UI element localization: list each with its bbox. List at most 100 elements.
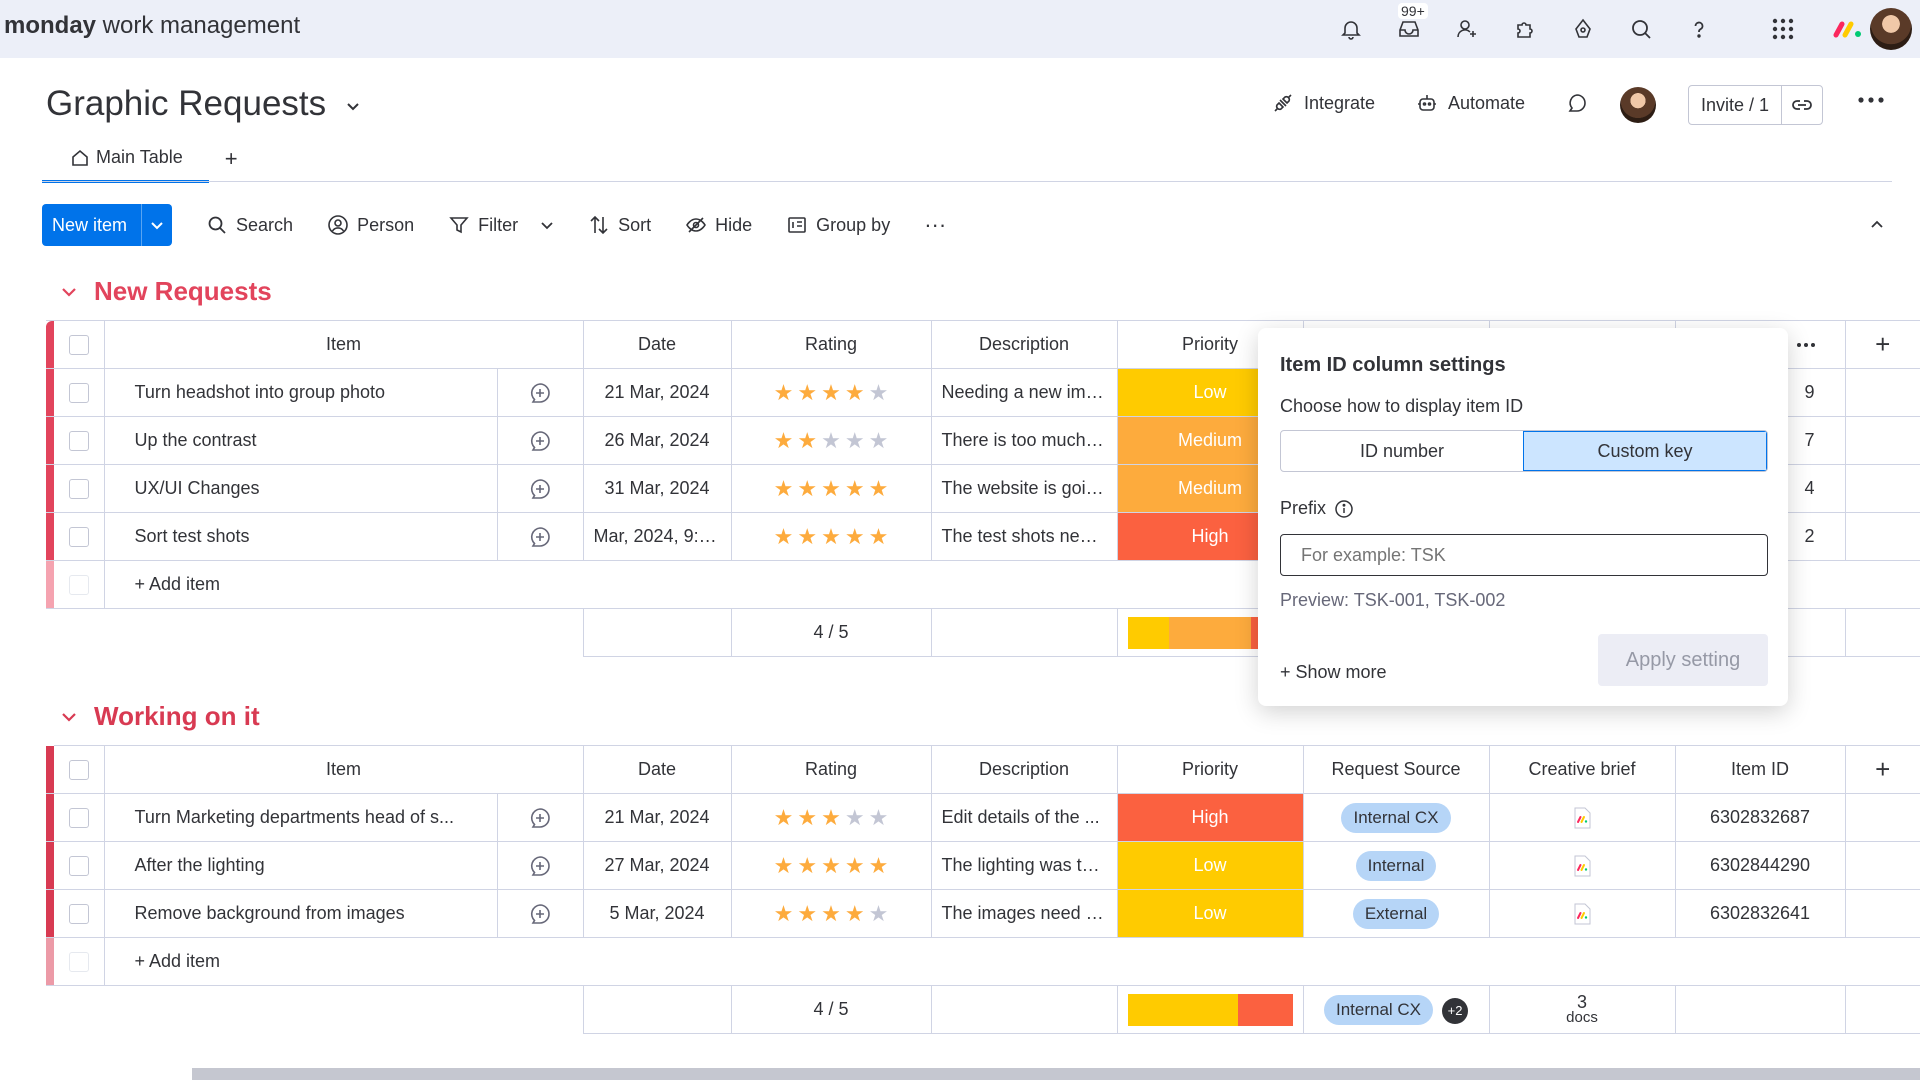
item-name[interactable]: Turn Marketing departments head of s... xyxy=(104,793,498,842)
conversation-cell[interactable] xyxy=(497,368,584,417)
star-icon[interactable]: ★ xyxy=(774,525,794,548)
item-name[interactable]: Remove background from images xyxy=(104,889,498,938)
star-icon[interactable]: ★ xyxy=(797,477,817,500)
search-icon[interactable] xyxy=(1626,14,1656,44)
user-avatar[interactable] xyxy=(1870,8,1912,50)
document-icon[interactable] xyxy=(1572,807,1592,829)
date-cell[interactable]: Mar, 2024, 9:00 ... xyxy=(583,512,732,561)
request-source-cell[interactable]: Internal xyxy=(1303,841,1490,890)
add-update-icon[interactable] xyxy=(528,854,552,878)
rating-stars[interactable]: ★ ★ ★ ★ ★ xyxy=(742,854,921,877)
toolbar-more-button[interactable]: ··· xyxy=(924,212,946,238)
rating-stars[interactable]: ★ ★ ★ ★ ★ xyxy=(742,525,921,548)
date-cell[interactable]: 5 Mar, 2024 xyxy=(583,889,732,938)
add-update-icon[interactable] xyxy=(528,381,552,405)
star-icon[interactable]: ★ xyxy=(845,806,865,829)
document-icon[interactable] xyxy=(1572,855,1592,877)
item-name[interactable]: Up the contrast xyxy=(104,416,498,465)
help-icon[interactable] xyxy=(1684,14,1714,44)
star-icon[interactable]: ★ xyxy=(797,429,817,452)
document-icon[interactable] xyxy=(1572,903,1592,925)
conversation-cell[interactable] xyxy=(497,793,584,842)
description-cell[interactable]: The lighting was to... xyxy=(931,841,1118,890)
conversation-cell[interactable] xyxy=(497,889,584,938)
rating-stars[interactable]: ★ ★ ★ ★ ★ xyxy=(742,477,921,500)
star-icon[interactable]: ★ xyxy=(821,854,841,877)
star-icon[interactable]: ★ xyxy=(845,525,865,548)
column-more-icon[interactable] xyxy=(1796,342,1816,348)
star-icon[interactable]: ★ xyxy=(797,854,817,877)
item-id-cell[interactable]: 6302832641 xyxy=(1675,889,1846,938)
app-logo[interactable]: monday work management xyxy=(4,12,300,40)
star-icon[interactable]: ★ xyxy=(797,806,817,829)
rating-cell[interactable]: ★ ★ ★ ★ ★ xyxy=(731,464,932,513)
row-checkbox[interactable] xyxy=(54,368,105,417)
star-icon[interactable]: ★ xyxy=(821,381,841,404)
conversation-cell[interactable] xyxy=(497,464,584,513)
table-row[interactable]: After the lighting 27 Mar, 2024 ★ ★ ★ ★ ★ The l… xyxy=(46,841,1920,890)
item-name[interactable]: Turn headshot into group photo xyxy=(104,368,498,417)
rating-stars[interactable]: ★ ★ ★ ★ ★ xyxy=(742,429,921,452)
add-item-row[interactable]: + Add item xyxy=(104,937,1920,986)
description-cell[interactable]: The website is goin... xyxy=(931,464,1118,513)
new-item-dropdown-icon[interactable] xyxy=(142,217,172,233)
column-header-rating[interactable]: Rating xyxy=(731,745,932,794)
column-header-request-source[interactable]: Request Source xyxy=(1303,745,1490,794)
star-icon[interactable]: ★ xyxy=(869,429,889,452)
new-item-button[interactable]: New item xyxy=(42,204,173,246)
star-icon[interactable]: ★ xyxy=(845,854,865,877)
add-update-icon[interactable] xyxy=(528,902,552,926)
row-checkbox[interactable] xyxy=(54,512,105,561)
star-icon[interactable]: ★ xyxy=(774,477,794,500)
collapse-header-button[interactable] xyxy=(1862,210,1892,240)
prefix-input[interactable] xyxy=(1280,534,1768,576)
automate-button[interactable]: Automate xyxy=(1416,92,1525,114)
star-icon[interactable]: ★ xyxy=(821,477,841,500)
priority-cell[interactable]: Low xyxy=(1117,889,1304,938)
select-all-checkbox[interactable] xyxy=(54,320,105,369)
ai-icon[interactable] xyxy=(1568,14,1598,44)
group-collapse-icon[interactable] xyxy=(60,283,78,301)
column-header-date[interactable]: Date xyxy=(583,320,732,369)
new-item-label[interactable]: New item xyxy=(42,204,143,246)
priority-cell[interactable]: Low xyxy=(1117,841,1304,890)
rating-cell[interactable]: ★ ★ ★ ★ ★ xyxy=(731,368,932,417)
rating-cell[interactable]: ★ ★ ★ ★ ★ xyxy=(731,889,932,938)
star-icon[interactable]: ★ xyxy=(774,854,794,877)
rating-cell[interactable]: ★ ★ ★ ★ ★ xyxy=(731,512,932,561)
board-more-icon[interactable] xyxy=(1858,96,1884,104)
star-icon[interactable]: ★ xyxy=(821,806,841,829)
row-checkbox[interactable] xyxy=(54,416,105,465)
column-header-creative-brief[interactable]: Creative brief xyxy=(1489,745,1676,794)
date-cell[interactable]: 27 Mar, 2024 xyxy=(583,841,732,890)
horizontal-scrollbar[interactable] xyxy=(192,1068,1920,1080)
date-cell[interactable]: 31 Mar, 2024 xyxy=(583,464,732,513)
rating-cell[interactable]: ★ ★ ★ ★ ★ xyxy=(731,841,932,890)
apps-icon[interactable] xyxy=(1510,14,1540,44)
add-column-button[interactable]: + xyxy=(1845,320,1920,369)
description-cell[interactable]: The images need to... xyxy=(931,889,1118,938)
column-header-description[interactable]: Description xyxy=(931,745,1118,794)
request-source-cell[interactable]: External xyxy=(1303,889,1490,938)
date-cell[interactable]: 21 Mar, 2024 xyxy=(583,793,732,842)
rating-cell[interactable]: ★ ★ ★ ★ ★ xyxy=(731,793,932,842)
rating-stars[interactable]: ★ ★ ★ ★ ★ xyxy=(742,806,921,829)
column-header-date[interactable]: Date xyxy=(583,745,732,794)
table-row[interactable]: Remove background from images 5 Mar, 2024… xyxy=(46,889,1920,938)
add-view-button[interactable]: + xyxy=(225,146,238,184)
search-button[interactable]: Search xyxy=(206,214,293,236)
chevron-down-icon[interactable] xyxy=(344,97,362,115)
bell-icon[interactable] xyxy=(1336,14,1366,44)
group-title-working-on-it[interactable]: Working on it xyxy=(60,701,260,732)
info-icon[interactable] xyxy=(1334,499,1354,519)
star-icon[interactable]: ★ xyxy=(821,902,841,925)
add-update-icon[interactable] xyxy=(528,477,552,501)
description-cell[interactable]: There is too much e... xyxy=(931,416,1118,465)
row-checkbox[interactable] xyxy=(54,464,105,513)
description-cell[interactable]: The test shots need... xyxy=(931,512,1118,561)
star-icon[interactable]: ★ xyxy=(845,429,865,452)
column-header-item[interactable]: Item xyxy=(104,745,584,794)
add-update-icon[interactable] xyxy=(528,525,552,549)
item-name[interactable]: UX/UI Changes xyxy=(104,464,498,513)
item-id-cell[interactable]: 6302844290 xyxy=(1675,841,1846,890)
